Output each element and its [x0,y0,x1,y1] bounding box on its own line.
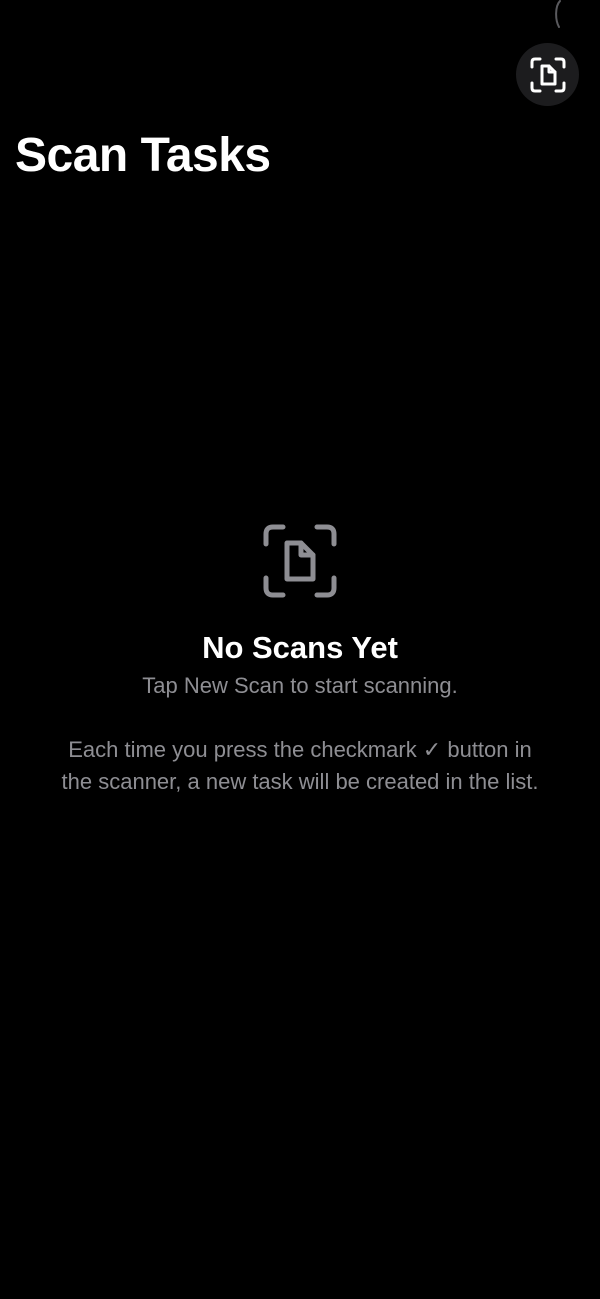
page-title: Scan Tasks [15,129,271,182]
document-scanner-icon [530,57,565,92]
new-scan-button[interactable] [516,43,579,106]
empty-state-subtitle: Tap New Scan to start scanning. [142,673,458,698]
document-scanner-icon [263,524,337,598]
empty-state: No Scans Yet Tap New Scan to start scann… [0,522,600,798]
arc-indicator-icon [555,0,561,28]
empty-state-title: No Scans Yet [202,630,398,665]
empty-state-description: Each time you press the checkmark ✓ butt… [61,737,539,794]
